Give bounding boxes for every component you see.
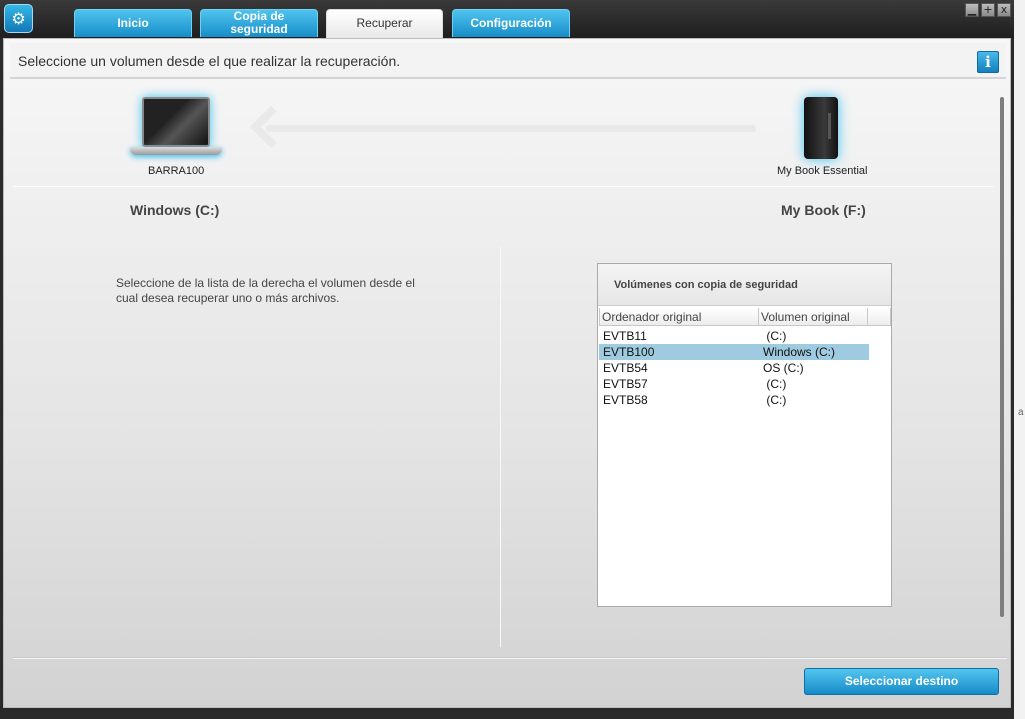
cell-computer: EVTB54 [603,361,648,375]
cell-computer: EVTB100 [603,345,655,359]
table-row[interactable]: EVTB11 (C:) [599,328,869,344]
info-icon[interactable]: i [977,51,999,73]
title-bar: ⚙ Inicio Copia de seguridad Recuperar Co… [0,0,1014,38]
tab-label: Inicio [117,16,149,30]
recover-panel: Seleccione un volumen desde el que reali… [3,38,1011,708]
destination-device-label: My Book Essential [777,165,868,177]
tab-label: Configuración [470,16,552,30]
tab-inicio[interactable]: Inicio [74,9,192,37]
help-text: Seleccione de la lista de la derecha el … [116,276,415,305]
column-header-computer[interactable]: Ordenador original [599,308,759,326]
table-row[interactable]: EVTB57 (C:) [599,376,869,392]
laptop-icon [128,97,224,161]
edge-text: a [1018,407,1024,418]
cell-volume: OS (C:) [763,361,804,375]
destination-volume-heading: My Book (F:) [781,202,866,218]
minimize-button[interactable]: ▁ [965,3,979,17]
divider [13,186,993,187]
tab-recuperar[interactable]: Recuperar [326,9,443,38]
select-destination-button[interactable]: Seleccionar destino [804,668,999,695]
panel-title: Volúmenes con copia de seguridad [614,279,798,291]
tab-copia-de-seguridad[interactable]: Copia de seguridad [200,9,318,37]
column-header-volume[interactable]: Volumen original [758,308,868,326]
cell-volume: (C:) [763,329,787,343]
volume-rows: EVTB11 (C:) EVTB100 Windows (C:) EVTB54 … [599,328,869,408]
cell-computer: EVTB11 [603,329,647,343]
maximize-button[interactable]: + [981,3,995,17]
vertical-scrollbar[interactable] [1000,97,1004,617]
arrow-head-icon [249,105,293,149]
tab-configuracion[interactable]: Configuración [452,9,570,37]
cell-volume: Windows (C:) [763,345,836,359]
table-row-selected[interactable]: EVTB100 Windows (C:) [599,344,869,360]
cell-computer: EVTB57 [603,377,648,391]
tab-label: Copia de seguridad [230,9,288,36]
cell-computer: EVTB58 [603,393,648,407]
vertical-divider [500,247,501,647]
table-row[interactable]: EVTB54 OS (C:) [599,360,869,376]
wd-app-icon[interactable]: ⚙ [4,4,33,33]
instruction-bar: Seleccione un volumen desde el que reali… [10,43,1006,79]
background-window-edge: a [1014,0,1025,719]
source-device-label: BARRA100 [148,165,205,177]
app-window: ⚙ Inicio Copia de seguridad Recuperar Co… [0,0,1014,719]
external-drive-icon [804,97,838,159]
source-volume-heading: Windows (C:) [130,202,220,218]
instruction-text: Seleccione un volumen desde el que reali… [18,53,401,69]
backed-up-volumes-list: Volúmenes con copia de seguridad Ordenad… [597,263,892,607]
table-row[interactable]: EVTB58 (C:) [599,392,869,408]
arrow-left-icon [266,125,756,132]
column-header-filler [867,308,891,326]
tab-label: Recuperar [356,16,413,30]
bottom-divider [13,657,1007,659]
cell-volume: (C:) [763,377,787,391]
cell-volume: (C:) [763,393,787,407]
close-button[interactable]: x [997,3,1011,17]
panel-header: Volúmenes con copia de seguridad [598,264,891,306]
